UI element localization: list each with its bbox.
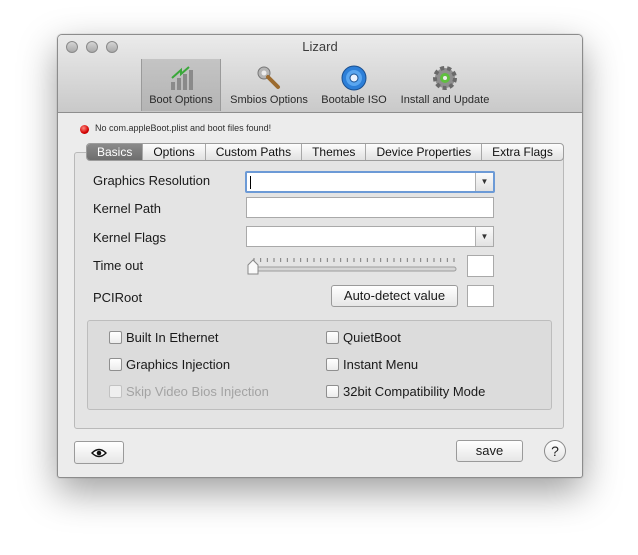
toolbar-label: Bootable ISO bbox=[321, 94, 387, 106]
status-message: No com.appleBoot.plist and boot files fo… bbox=[95, 123, 272, 133]
tab-basics[interactable]: Basics bbox=[87, 144, 144, 160]
eye-icon bbox=[91, 448, 107, 458]
main-window: Lizard Boot Options Smbios Options Boota… bbox=[57, 34, 583, 478]
toolbar-label: Smbios Options bbox=[230, 94, 308, 106]
graphics-resolution-label: Graphics Resolution bbox=[93, 173, 211, 188]
auto-detect-button[interactable]: Auto-detect value bbox=[331, 285, 458, 307]
chevron-down-icon[interactable]: ▼ bbox=[475, 173, 493, 191]
instant-menu-label: Instant Menu bbox=[343, 357, 419, 372]
skip-video-bios-label: Skip Video Bios Injection bbox=[126, 384, 269, 399]
slider-knob[interactable] bbox=[247, 259, 259, 275]
instant-menu-checkbox[interactable] bbox=[326, 358, 339, 371]
graphics-injection-checkbox[interactable] bbox=[109, 358, 122, 371]
toolbar-install-and-update[interactable]: Install and Update bbox=[393, 59, 497, 111]
pciroot-value-field[interactable] bbox=[467, 285, 494, 307]
error-indicator-icon bbox=[80, 125, 89, 134]
toolbar-boot-options[interactable]: Boot Options bbox=[141, 59, 221, 111]
kernel-path-label: Kernel Path bbox=[93, 201, 161, 216]
disc-icon bbox=[341, 65, 367, 91]
built-in-ethernet-label: Built In Ethernet bbox=[126, 330, 219, 345]
help-button[interactable]: ? bbox=[544, 440, 566, 462]
graphics-resolution-combo[interactable]: ▼ bbox=[245, 171, 495, 193]
tab-device-properties[interactable]: Device Properties bbox=[366, 144, 483, 160]
tab-custom-paths[interactable]: Custom Paths bbox=[206, 144, 303, 160]
toolbar-bootable-iso[interactable]: Bootable ISO bbox=[317, 59, 391, 111]
tab-extra-flags[interactable]: Extra Flags bbox=[482, 144, 563, 160]
kernel-flags-combo[interactable]: ▼ bbox=[246, 226, 494, 247]
preview-button[interactable] bbox=[74, 441, 124, 464]
toolbar-label: Boot Options bbox=[149, 94, 213, 106]
graphics-injection-label: Graphics Injection bbox=[126, 357, 231, 372]
chevron-down-icon[interactable]: ▼ bbox=[475, 227, 493, 246]
toolbar-label: Install and Update bbox=[400, 94, 490, 106]
toolbar-smbios-options[interactable]: Smbios Options bbox=[223, 59, 315, 111]
timeout-value-field[interactable] bbox=[467, 255, 494, 277]
compat-32bit-label: 32bit Compatibility Mode bbox=[343, 384, 486, 399]
compat-32bit-checkbox[interactable] bbox=[326, 385, 339, 398]
timeout-label: Time out bbox=[93, 258, 144, 273]
skip-video-bios-checkbox bbox=[109, 385, 122, 398]
window-title: Lizard bbox=[302, 39, 338, 54]
boot-options-icon bbox=[171, 66, 193, 90]
pciroot-label: PCIRoot bbox=[93, 290, 143, 305]
titlebar: Lizard Boot Options Smbios Options Boota… bbox=[58, 35, 582, 113]
built-in-ethernet-checkbox[interactable] bbox=[109, 331, 122, 344]
kernel-flags-label: Kernel Flags bbox=[93, 230, 166, 245]
timeout-slider[interactable] bbox=[246, 256, 460, 276]
save-button[interactable]: save bbox=[456, 440, 523, 462]
text-cursor bbox=[250, 176, 251, 189]
quiet-boot-label: QuietBoot bbox=[343, 330, 401, 345]
gear-icon bbox=[433, 66, 457, 90]
tab-themes[interactable]: Themes bbox=[302, 144, 367, 160]
kernel-path-field[interactable] bbox=[246, 197, 494, 218]
tab-bar: Basics Options Custom Paths Themes Devic… bbox=[86, 143, 564, 161]
tab-options[interactable]: Options bbox=[143, 144, 206, 160]
quiet-boot-checkbox[interactable] bbox=[326, 331, 339, 344]
slider-ticks bbox=[251, 258, 457, 272]
wrench-icon bbox=[257, 66, 280, 89]
